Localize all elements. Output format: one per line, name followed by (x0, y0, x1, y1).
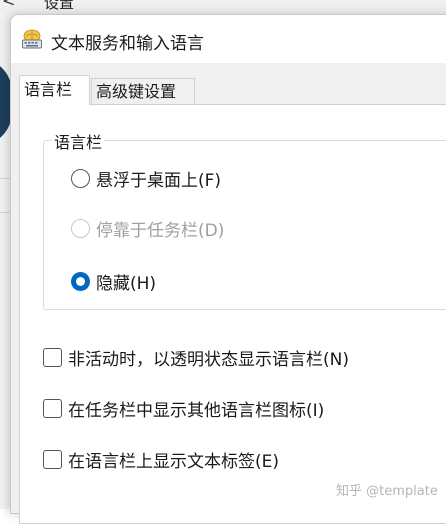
radio-label: 悬浮于桌面上(F) (96, 170, 222, 191)
checkbox-label: 非活动时，以透明状态显示语言栏(N) (68, 349, 349, 370)
dialog-title: 文本服务和输入语言 (51, 34, 204, 54)
settings-title: 设置 (44, 0, 75, 12)
keyboard-globe-icon (22, 29, 42, 49)
tab-language-bar[interactable]: 语言栏 (19, 75, 90, 105)
checkbox-show-text-labels[interactable]: 在语言栏上显示文本标签(E) (43, 447, 280, 472)
checkbox[interactable] (43, 449, 62, 469)
checkbox-label: 在语言栏上显示文本标签(E) (68, 451, 280, 472)
watermark: 知乎 @template (336, 484, 438, 499)
checkbox-transparent-when-inactive[interactable]: 非活动时，以透明状态显示语言栏(N) (43, 345, 349, 370)
checkbox[interactable] (43, 398, 62, 418)
tab-advanced-key-settings[interactable]: 高级键设置 (91, 78, 195, 105)
checkbox-label: 在任务栏中显示其他语言栏图标(I) (68, 400, 325, 421)
radio-hidden[interactable]: 隐藏(H) (71, 269, 157, 294)
radio-button (71, 218, 90, 238)
checkbox-show-extra-icons-in-taskbar[interactable]: 在任务栏中显示其他语言栏图标(I) (43, 396, 325, 421)
language-bar-groupbox: 语言栏 悬浮于桌面上(F) 停靠于任务栏(D) 隐藏(H) (43, 129, 446, 310)
dialog-titlebar[interactable]: 文本服务和输入语言 (11, 15, 446, 63)
radio-float-on-desktop[interactable]: 悬浮于桌面上(F) (71, 166, 222, 191)
radio-label: 停靠于任务栏(D) (96, 220, 225, 241)
radio-button-checked[interactable] (71, 271, 90, 291)
group-legend: 语言栏 (52, 129, 105, 153)
radio-button[interactable] (71, 168, 90, 188)
radio-docked-in-taskbar: 停靠于任务栏(D) (71, 216, 225, 241)
radio-label: 隐藏(H) (96, 273, 157, 294)
tab-panel: 语言栏 悬浮于桌面上(F) 停靠于任务栏(D) 隐藏(H) 非活动时，以透明状态… (19, 104, 446, 524)
text-services-dialog: 文本服务和输入语言 语言栏 高级键设置 语言栏 悬浮于桌面上(F) 停靠于任务栏… (10, 14, 446, 524)
checkbox[interactable] (43, 347, 62, 367)
back-icon[interactable]: < (2, 0, 15, 10)
